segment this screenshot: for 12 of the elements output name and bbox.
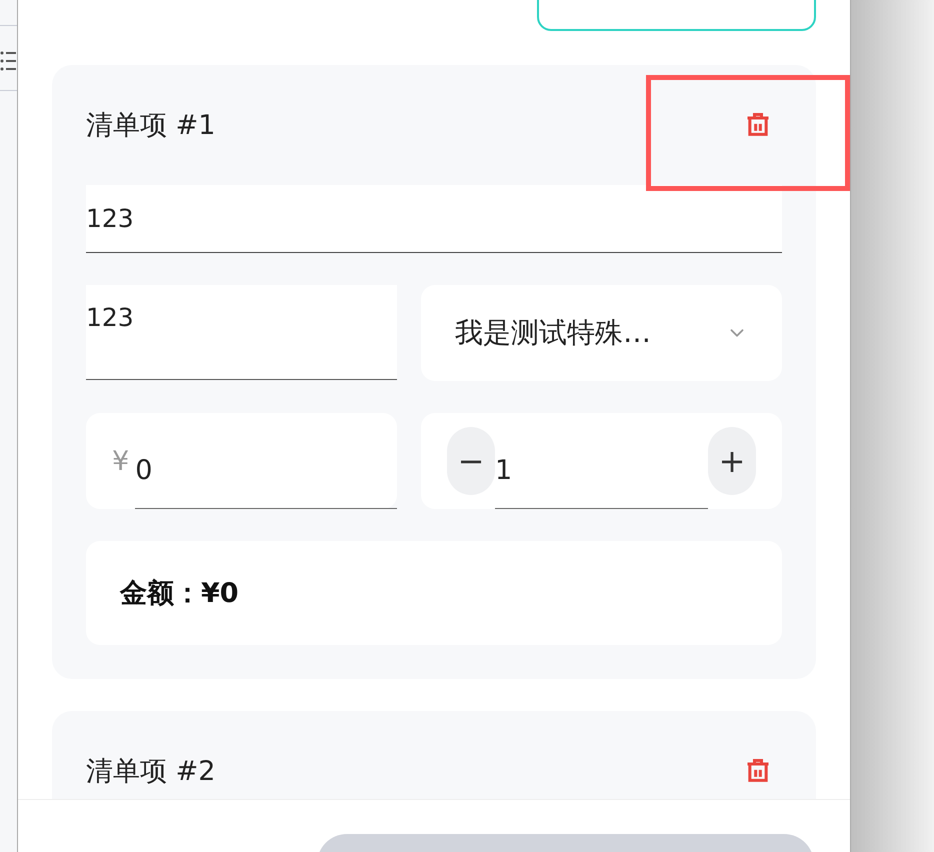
currency-symbol: ¥ [112,446,130,476]
item-title: 清单项 #2 [86,755,216,789]
category-select[interactable]: 我是测试特殊… [421,285,782,381]
item-title: 清单项 #1 [86,109,216,143]
amount-text: 金额：¥0 [86,541,782,645]
name-field[interactable]: 123 [86,185,782,253]
decrement-button[interactable]: − [447,427,495,495]
quantity-field[interactable]: 1 [495,447,708,509]
price-field[interactable]: 0 [135,447,397,509]
list-icon [0,50,16,72]
increment-button[interactable]: + [708,427,756,495]
note-field[interactable]: 123 [86,285,397,380]
